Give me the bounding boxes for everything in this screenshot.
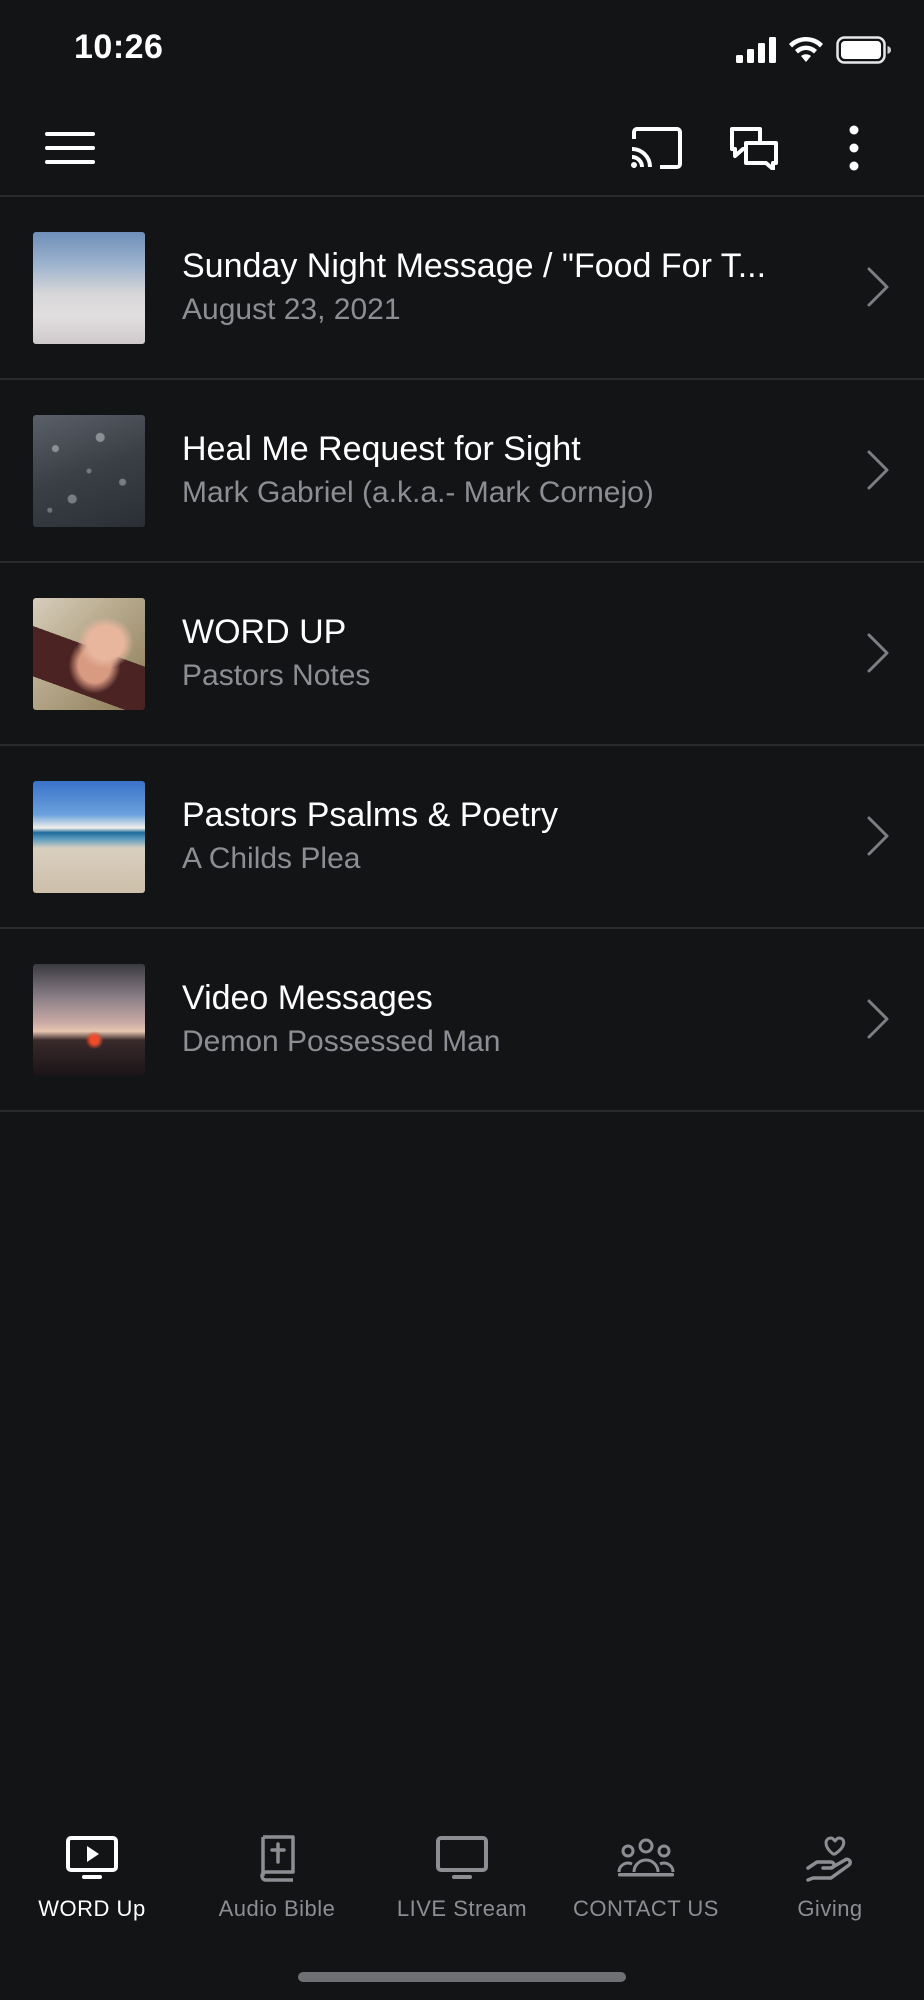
monitor-icon bbox=[432, 1832, 492, 1884]
thumbnail-image bbox=[33, 598, 145, 710]
play-screen-icon bbox=[62, 1832, 122, 1884]
status-time: 10:26 bbox=[74, 28, 164, 66]
tab-label: Audio Bible bbox=[218, 1896, 336, 1921]
bottom-tab-bar: WORD Up Audio Bible LIVE Stream CONTACT … bbox=[0, 1820, 924, 1940]
tab-contact-us[interactable]: CONTACT US bbox=[554, 1820, 738, 1930]
battery-icon bbox=[836, 36, 892, 69]
list-item-title: Sunday Night Message / "Food For T... bbox=[182, 247, 767, 285]
status-icons bbox=[736, 36, 892, 69]
cast-icon[interactable] bbox=[628, 120, 684, 176]
people-icon bbox=[616, 1832, 676, 1884]
tab-label: WORD Up bbox=[38, 1896, 146, 1921]
tab-label: Giving bbox=[797, 1896, 863, 1921]
wifi-icon bbox=[788, 36, 824, 69]
cellular-signal-icon bbox=[736, 37, 776, 68]
list-item[interactable]: Video Messages Demon Possessed Man bbox=[0, 929, 924, 1112]
tab-giving[interactable]: Giving bbox=[738, 1820, 922, 1930]
tab-live-stream[interactable]: LIVE Stream bbox=[370, 1820, 554, 1930]
list-item-subtitle: A Childs Plea bbox=[182, 842, 361, 875]
tab-label: LIVE Stream bbox=[396, 1896, 528, 1921]
home-indicator bbox=[298, 1972, 626, 1982]
chevron-right-icon bbox=[866, 814, 890, 858]
top-toolbar bbox=[0, 100, 924, 197]
list-item-title: Video Messages bbox=[182, 979, 433, 1017]
tab-label: CONTACT US bbox=[573, 1896, 719, 1921]
list-item-subtitle: Pastors Notes bbox=[182, 659, 371, 692]
chevron-right-icon bbox=[866, 631, 890, 675]
list-item[interactable]: Heal Me Request for Sight Mark Gabriel (… bbox=[0, 380, 924, 563]
list-item-subtitle: Demon Possessed Man bbox=[182, 1025, 501, 1058]
list-item-title: Heal Me Request for Sight bbox=[182, 430, 581, 468]
thumbnail-image bbox=[33, 781, 145, 893]
status-bar: 10:26 bbox=[0, 0, 924, 100]
hamburger-menu-icon[interactable] bbox=[42, 120, 98, 176]
content-list: Sunday Night Message / "Food For T... Au… bbox=[0, 197, 924, 1112]
giving-hand-icon bbox=[800, 1832, 860, 1884]
thumbnail-image bbox=[33, 232, 145, 344]
chevron-right-icon bbox=[866, 448, 890, 492]
list-item-title: Pastors Psalms & Poetry bbox=[182, 796, 559, 834]
thumbnail-image bbox=[33, 964, 145, 1076]
chevron-right-icon bbox=[866, 997, 890, 1041]
list-item-subtitle: August 23, 2021 bbox=[182, 293, 401, 326]
list-item[interactable]: Sunday Night Message / "Food For T... Au… bbox=[0, 197, 924, 380]
chat-icon[interactable] bbox=[726, 120, 782, 176]
more-vertical-icon[interactable] bbox=[826, 120, 882, 176]
tab-audio-bible[interactable]: Audio Bible bbox=[185, 1820, 369, 1930]
tab-word-up[interactable]: WORD Up bbox=[0, 1820, 184, 1930]
list-item-title: WORD UP bbox=[182, 613, 347, 651]
list-item[interactable]: WORD UP Pastors Notes bbox=[0, 563, 924, 746]
list-item[interactable]: Pastors Psalms & Poetry A Childs Plea bbox=[0, 746, 924, 929]
thumbnail-image bbox=[33, 415, 145, 527]
list-item-subtitle: Mark Gabriel (a.k.a.- Mark Cornejo) bbox=[182, 476, 654, 509]
bible-icon bbox=[247, 1832, 307, 1884]
chevron-right-icon bbox=[866, 265, 890, 309]
